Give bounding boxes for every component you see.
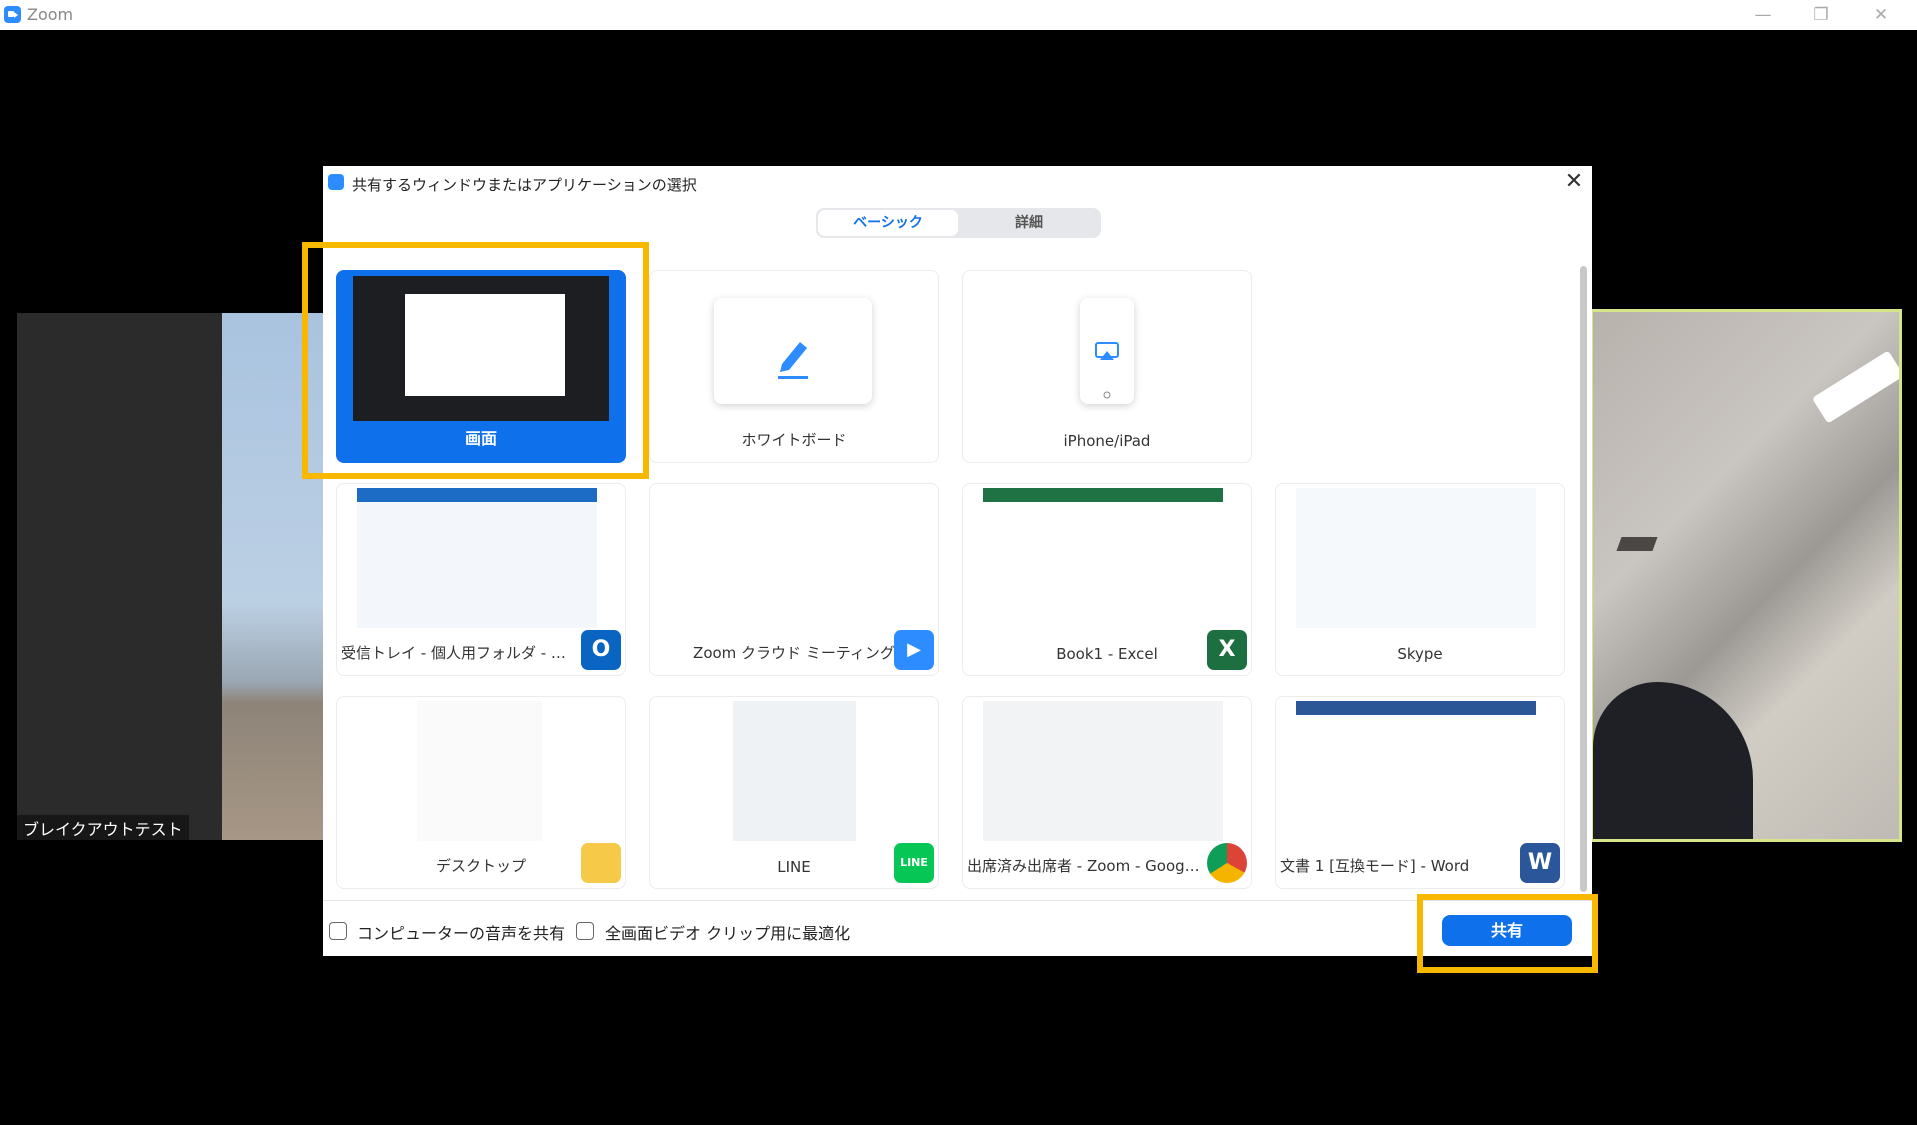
- participant-video-right: [1590, 309, 1902, 842]
- line-icon: LINE: [894, 843, 934, 883]
- chrome-thumbnail: [983, 701, 1223, 841]
- desktop-thumbnail: [417, 701, 542, 841]
- share-audio-label: コンピューターの音声を共有: [357, 924, 566, 943]
- close-window-button[interactable]: ✕: [1861, 2, 1901, 28]
- ceiling-light: [1811, 350, 1899, 424]
- dialog-title: 共有するウィンドウまたはアプリケーションの選択: [352, 176, 697, 194]
- skype-thumbnail: [1296, 488, 1536, 628]
- dialog-close-button[interactable]: ✕: [1559, 168, 1589, 196]
- tile-label: Book1 - Excel: [1056, 645, 1158, 663]
- share-tile-zoom-meeting[interactable]: Zoom クラウド ミーティング ▶: [649, 483, 939, 676]
- share-tile-outlook[interactable]: 受信トレイ - 個人用フォルダ - Outl... O: [336, 483, 626, 676]
- share-audio-checkbox[interactable]: [329, 922, 347, 940]
- minimize-button[interactable]: —: [1743, 2, 1783, 28]
- tile-label: ホワイトボード: [741, 431, 847, 449]
- tile-label: 文書 1 [互換モード] - Word: [1280, 857, 1470, 875]
- participant-name-tag: ブレイクアウトテスト: [17, 815, 189, 841]
- highlight-box-screen: [302, 242, 649, 479]
- tile-label: 出席済み出席者 - Zoom - Googl...: [967, 857, 1201, 875]
- tile-label: デスクトップ: [435, 857, 526, 875]
- airplay-icon: [1095, 342, 1119, 399]
- restore-button[interactable]: ❐: [1801, 2, 1841, 28]
- share-dialog: 共有するウィンドウまたはアプリケーションの選択 ✕ ベーシック 詳細 画面 ホワ…: [302, 166, 1598, 973]
- ceiling-vent: [1616, 537, 1658, 551]
- share-tile-word[interactable]: 文書 1 [互換モード] - Word W: [1275, 696, 1565, 889]
- tile-label: Skype: [1397, 645, 1443, 663]
- ipad-card: [1080, 298, 1134, 404]
- outlook-icon: O: [581, 630, 621, 670]
- excel-icon: X: [1207, 630, 1247, 670]
- whiteboard-card: [714, 298, 872, 404]
- person-silhouette: [1593, 682, 1753, 839]
- window-title: Zoom: [27, 5, 74, 24]
- zoom-thumbnail: [670, 488, 910, 628]
- share-tile-iphone-ipad[interactable]: iPhone/iPad: [962, 270, 1252, 463]
- chrome-icon: [1207, 843, 1247, 883]
- title-bar: Zoom — ❐ ✕: [0, 0, 1917, 30]
- tab-advanced[interactable]: 詳細: [959, 210, 1099, 236]
- tile-label: LINE: [777, 858, 811, 876]
- share-tile-whiteboard[interactable]: ホワイトボード: [649, 270, 939, 463]
- scrollbar[interactable]: [1580, 266, 1587, 892]
- zoom-app-icon: [4, 6, 21, 23]
- word-icon: W: [1520, 843, 1560, 883]
- optimize-video-label: 全画面ビデオ クリップ用に最適化: [605, 924, 851, 943]
- tile-label: iPhone/iPad: [1063, 432, 1151, 450]
- tab-basic[interactable]: ベーシック: [818, 210, 958, 236]
- share-tile-desktop[interactable]: デスクトップ: [336, 696, 626, 889]
- highlight-box-share: [1417, 894, 1598, 973]
- footer-divider: [323, 900, 1592, 901]
- desktop-folder-icon: [581, 843, 621, 883]
- share-tile-line[interactable]: LINE LINE: [649, 696, 939, 889]
- zoom-dialog-icon: [328, 174, 344, 190]
- pencil-icon: [778, 342, 808, 379]
- zoom-icon: ▶: [894, 630, 934, 670]
- line-thumbnail: [733, 701, 856, 841]
- outlook-thumbnail: [357, 488, 597, 628]
- word-thumbnail: [1296, 701, 1536, 841]
- share-tile-skype[interactable]: Skype: [1275, 483, 1565, 676]
- excel-thumbnail: [983, 488, 1223, 628]
- optimize-video-checkbox[interactable]: [576, 922, 594, 940]
- tile-label: Zoom クラウド ミーティング: [693, 644, 895, 662]
- tile-label: 受信トレイ - 個人用フォルダ - Outl...: [341, 644, 575, 662]
- tab-bar: ベーシック 詳細: [816, 208, 1101, 238]
- share-tile-excel[interactable]: Book1 - Excel X: [962, 483, 1252, 676]
- share-tile-chrome[interactable]: 出席済み出席者 - Zoom - Googl...: [962, 696, 1252, 889]
